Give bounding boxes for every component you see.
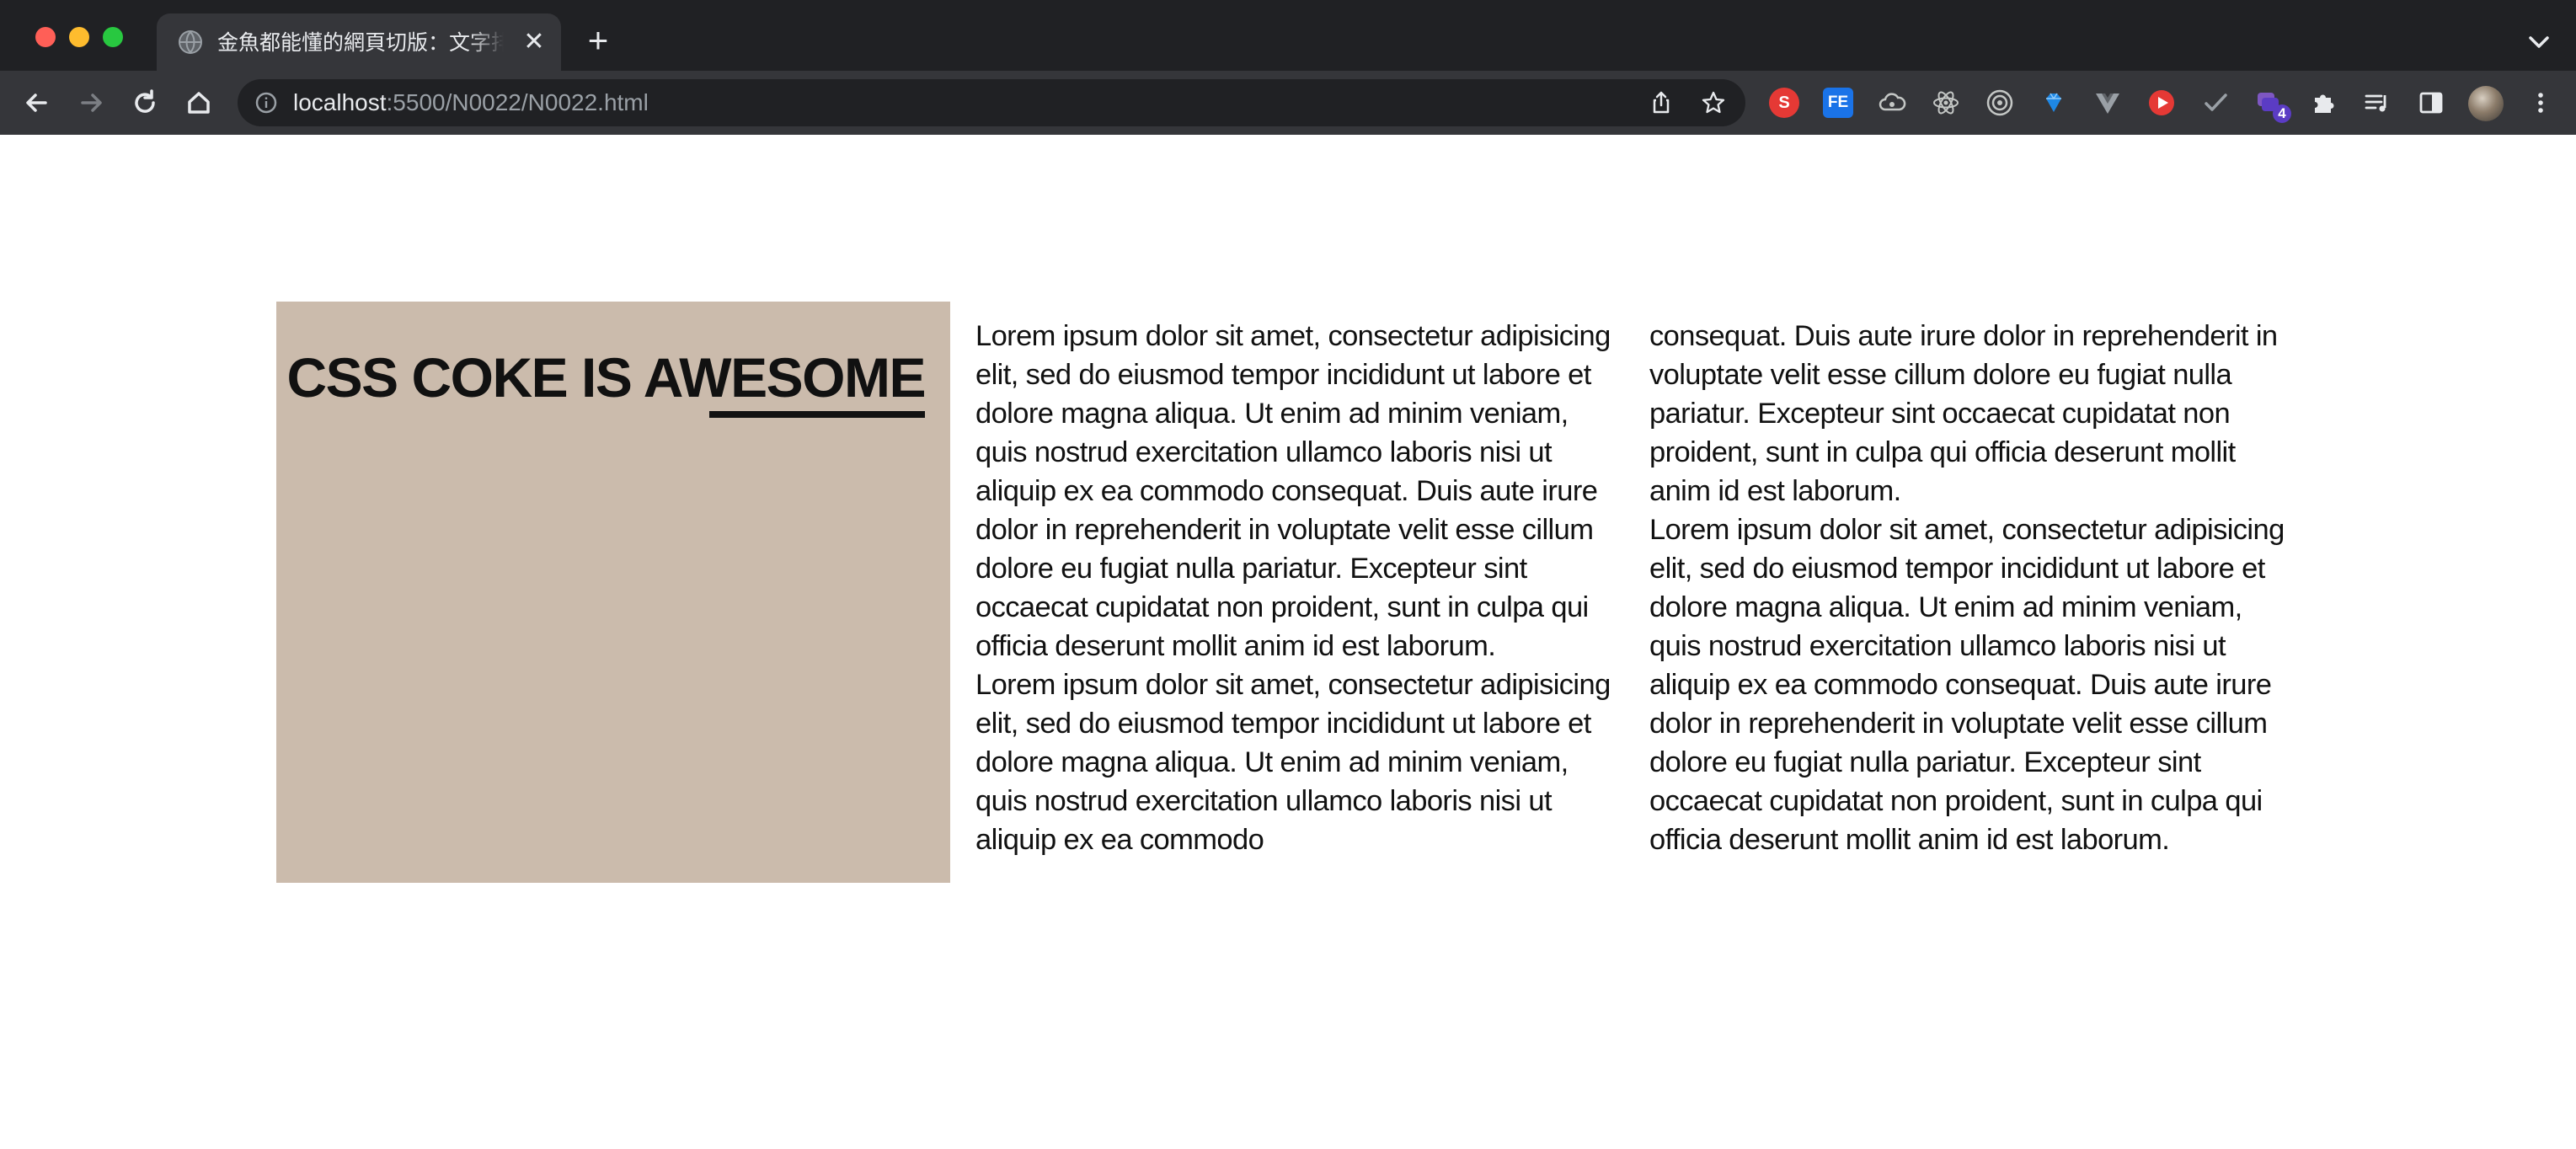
side-panel-icon[interactable] bbox=[2416, 88, 2446, 118]
content-layout: CSS COKE IS AWESOME Lorem ipsum dolor si… bbox=[276, 302, 2285, 883]
reload-icon[interactable] bbox=[125, 83, 165, 123]
body-paragraph: Lorem ipsum dolor sit amet, consectetur … bbox=[1649, 514, 2285, 856]
body-paragraph-continued: consequat. Duis aute irure dolor in repr… bbox=[1649, 320, 2278, 507]
tab-strip: 金魚都能懂的網頁切版：文字排版 ✕ + bbox=[0, 0, 2576, 71]
url-text[interactable]: localhost:5500/N0022/N0022.html bbox=[293, 88, 649, 118]
hero-title: CSS COKE IS AWESOME bbox=[286, 344, 926, 411]
check-extension-icon[interactable] bbox=[2200, 88, 2231, 118]
minimize-window-button[interactable] bbox=[69, 27, 89, 47]
info-icon[interactable] bbox=[253, 89, 280, 116]
text-column-2: consequat. Duis aute irure dolor in repr… bbox=[1649, 317, 2290, 898]
target-extension-icon[interactable] bbox=[1985, 88, 2015, 118]
youtube-extension-icon[interactable] bbox=[2146, 88, 2177, 118]
browser-chrome: 金魚都能懂的網頁切版：文字排版 ✕ + localhost:5500/N0022… bbox=[0, 0, 2576, 135]
back-arrow-icon[interactable] bbox=[17, 83, 57, 123]
url-path: :5500/N0022/N0022.html bbox=[386, 89, 649, 115]
text-column-1: Lorem ipsum dolor sit amet, consectetur … bbox=[975, 317, 1616, 898]
gem-extension-icon[interactable] bbox=[2039, 88, 2069, 118]
puzzle-icon[interactable] bbox=[2308, 88, 2338, 118]
chevron-down-icon[interactable] bbox=[2522, 25, 2556, 59]
kebab-menu-icon[interactable] bbox=[2525, 88, 2556, 118]
fe-extension-icon[interactable]: FE bbox=[1823, 88, 1853, 118]
body-paragraph: Lorem ipsum dolor sit amet, consectetur … bbox=[975, 669, 1611, 856]
url-host: localhost bbox=[293, 89, 387, 115]
star-icon[interactable] bbox=[1700, 89, 1727, 116]
cloud-extension-icon[interactable] bbox=[1877, 88, 1907, 118]
globe-icon bbox=[179, 30, 202, 54]
hero-block: CSS COKE IS AWESOME bbox=[276, 302, 950, 883]
share-icon[interactable] bbox=[1648, 89, 1675, 116]
tab-title: 金魚都能懂的網頁切版：文字排版 bbox=[217, 29, 504, 57]
s-extension-icon[interactable]: S bbox=[1769, 88, 1799, 118]
hero-underline bbox=[709, 411, 925, 418]
address-bar[interactable]: localhost:5500/N0022/N0022.html bbox=[238, 79, 1745, 126]
react-devtools-icon[interactable] bbox=[1931, 88, 1961, 118]
media-control-icon[interactable] bbox=[2362, 88, 2392, 118]
hero-title-emphasis: ESOME bbox=[730, 346, 926, 409]
tab-close-icon[interactable]: ✕ bbox=[521, 29, 548, 56]
body-paragraph: Lorem ipsum dolor sit amet, consectetur … bbox=[975, 320, 1611, 662]
extension-badge: 4 bbox=[2273, 104, 2291, 123]
forward-arrow-icon[interactable] bbox=[71, 83, 111, 123]
vue-devtools-icon[interactable] bbox=[2092, 88, 2123, 118]
avatar[interactable] bbox=[2468, 86, 2504, 121]
browser-toolbar: localhost:5500/N0022/N0022.html S FE 4 bbox=[0, 71, 2576, 135]
zoom-window-button[interactable] bbox=[103, 27, 123, 47]
browser-tab[interactable]: 金魚都能懂的網頁切版：文字排版 ✕ bbox=[157, 13, 561, 71]
close-window-button[interactable] bbox=[35, 27, 56, 47]
home-icon[interactable] bbox=[179, 83, 219, 123]
web-page: CSS COKE IS AWESOME Lorem ipsum dolor si… bbox=[0, 135, 2576, 1149]
new-tab-button[interactable]: + bbox=[581, 23, 615, 58]
stack-extension-icon[interactable]: 4 bbox=[2254, 88, 2291, 123]
hero-title-plain: CSS COKE IS AW bbox=[286, 346, 731, 409]
